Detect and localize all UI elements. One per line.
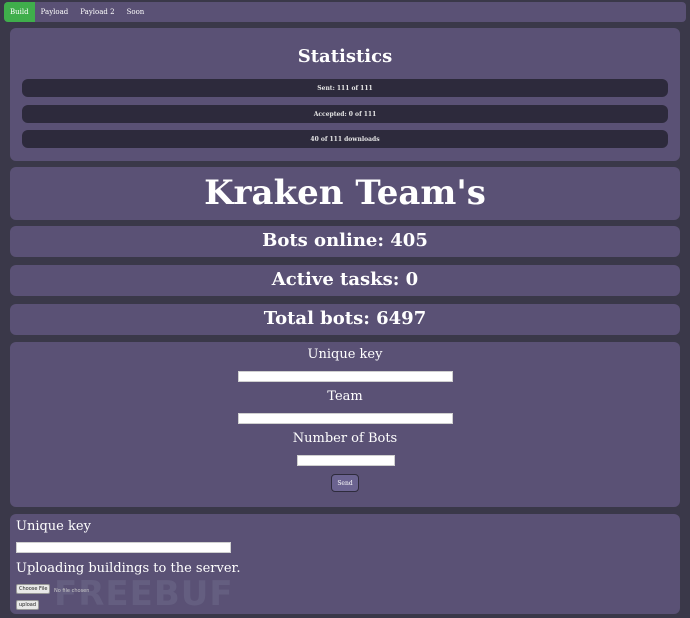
bots-count-input[interactable] — [297, 455, 395, 466]
send-button[interactable]: Send — [331, 474, 359, 492]
bots-online-text: Bots online: 405 — [262, 230, 428, 251]
upload-button[interactable]: upload — [16, 600, 40, 610]
unique-key-label: Unique key — [307, 347, 383, 362]
active-tasks-panel: Active tasks: 0 — [10, 265, 680, 296]
nav-tab-payload-2[interactable]: Payload 2 — [74, 2, 120, 22]
nav-tab-soon[interactable]: Soon — [121, 2, 151, 22]
downloads-stat: 40 of 111 downloads — [22, 130, 668, 148]
upload-panel: Unique key Uploading buildings to the se… — [10, 514, 680, 614]
build-form-panel: Unique key Team Number of Bots Send — [10, 342, 680, 507]
active-tasks-text: Active tasks: 0 — [271, 269, 419, 290]
no-file-text: No file chosen — [54, 588, 90, 594]
watermark: FREEBUF — [54, 574, 234, 614]
unique-key-input[interactable] — [238, 371, 453, 382]
nav-tab-build[interactable]: Build — [4, 2, 35, 22]
bots-count-label: Number of Bots — [292, 431, 398, 446]
nav-tab-payload[interactable]: Payload — [35, 2, 75, 22]
total-bots-text: Total bots: 6497 — [263, 308, 427, 329]
team-label: Team — [327, 389, 363, 404]
top-nav: Build Payload Payload 2 Soon — [4, 2, 686, 22]
page-title: Kraken Team's — [204, 173, 486, 213]
upload-unique-key-input[interactable] — [16, 542, 231, 553]
choose-file-button[interactable]: Choose File — [16, 584, 51, 594]
upload-unique-key-label: Unique key — [16, 519, 91, 534]
accepted-stat: Accepted: 0 of 111 — [22, 105, 668, 123]
team-input[interactable] — [238, 413, 453, 424]
sent-stat: Sent: 111 of 111 — [22, 79, 668, 97]
statistics-panel: Statistics Sent: 111 of 111 Accepted: 0 … — [10, 28, 680, 161]
statistics-title: Statistics — [297, 46, 393, 67]
title-panel: Kraken Team's — [10, 167, 680, 220]
total-bots-panel: Total bots: 6497 — [10, 304, 680, 335]
bots-online-panel: Bots online: 405 — [10, 226, 680, 257]
